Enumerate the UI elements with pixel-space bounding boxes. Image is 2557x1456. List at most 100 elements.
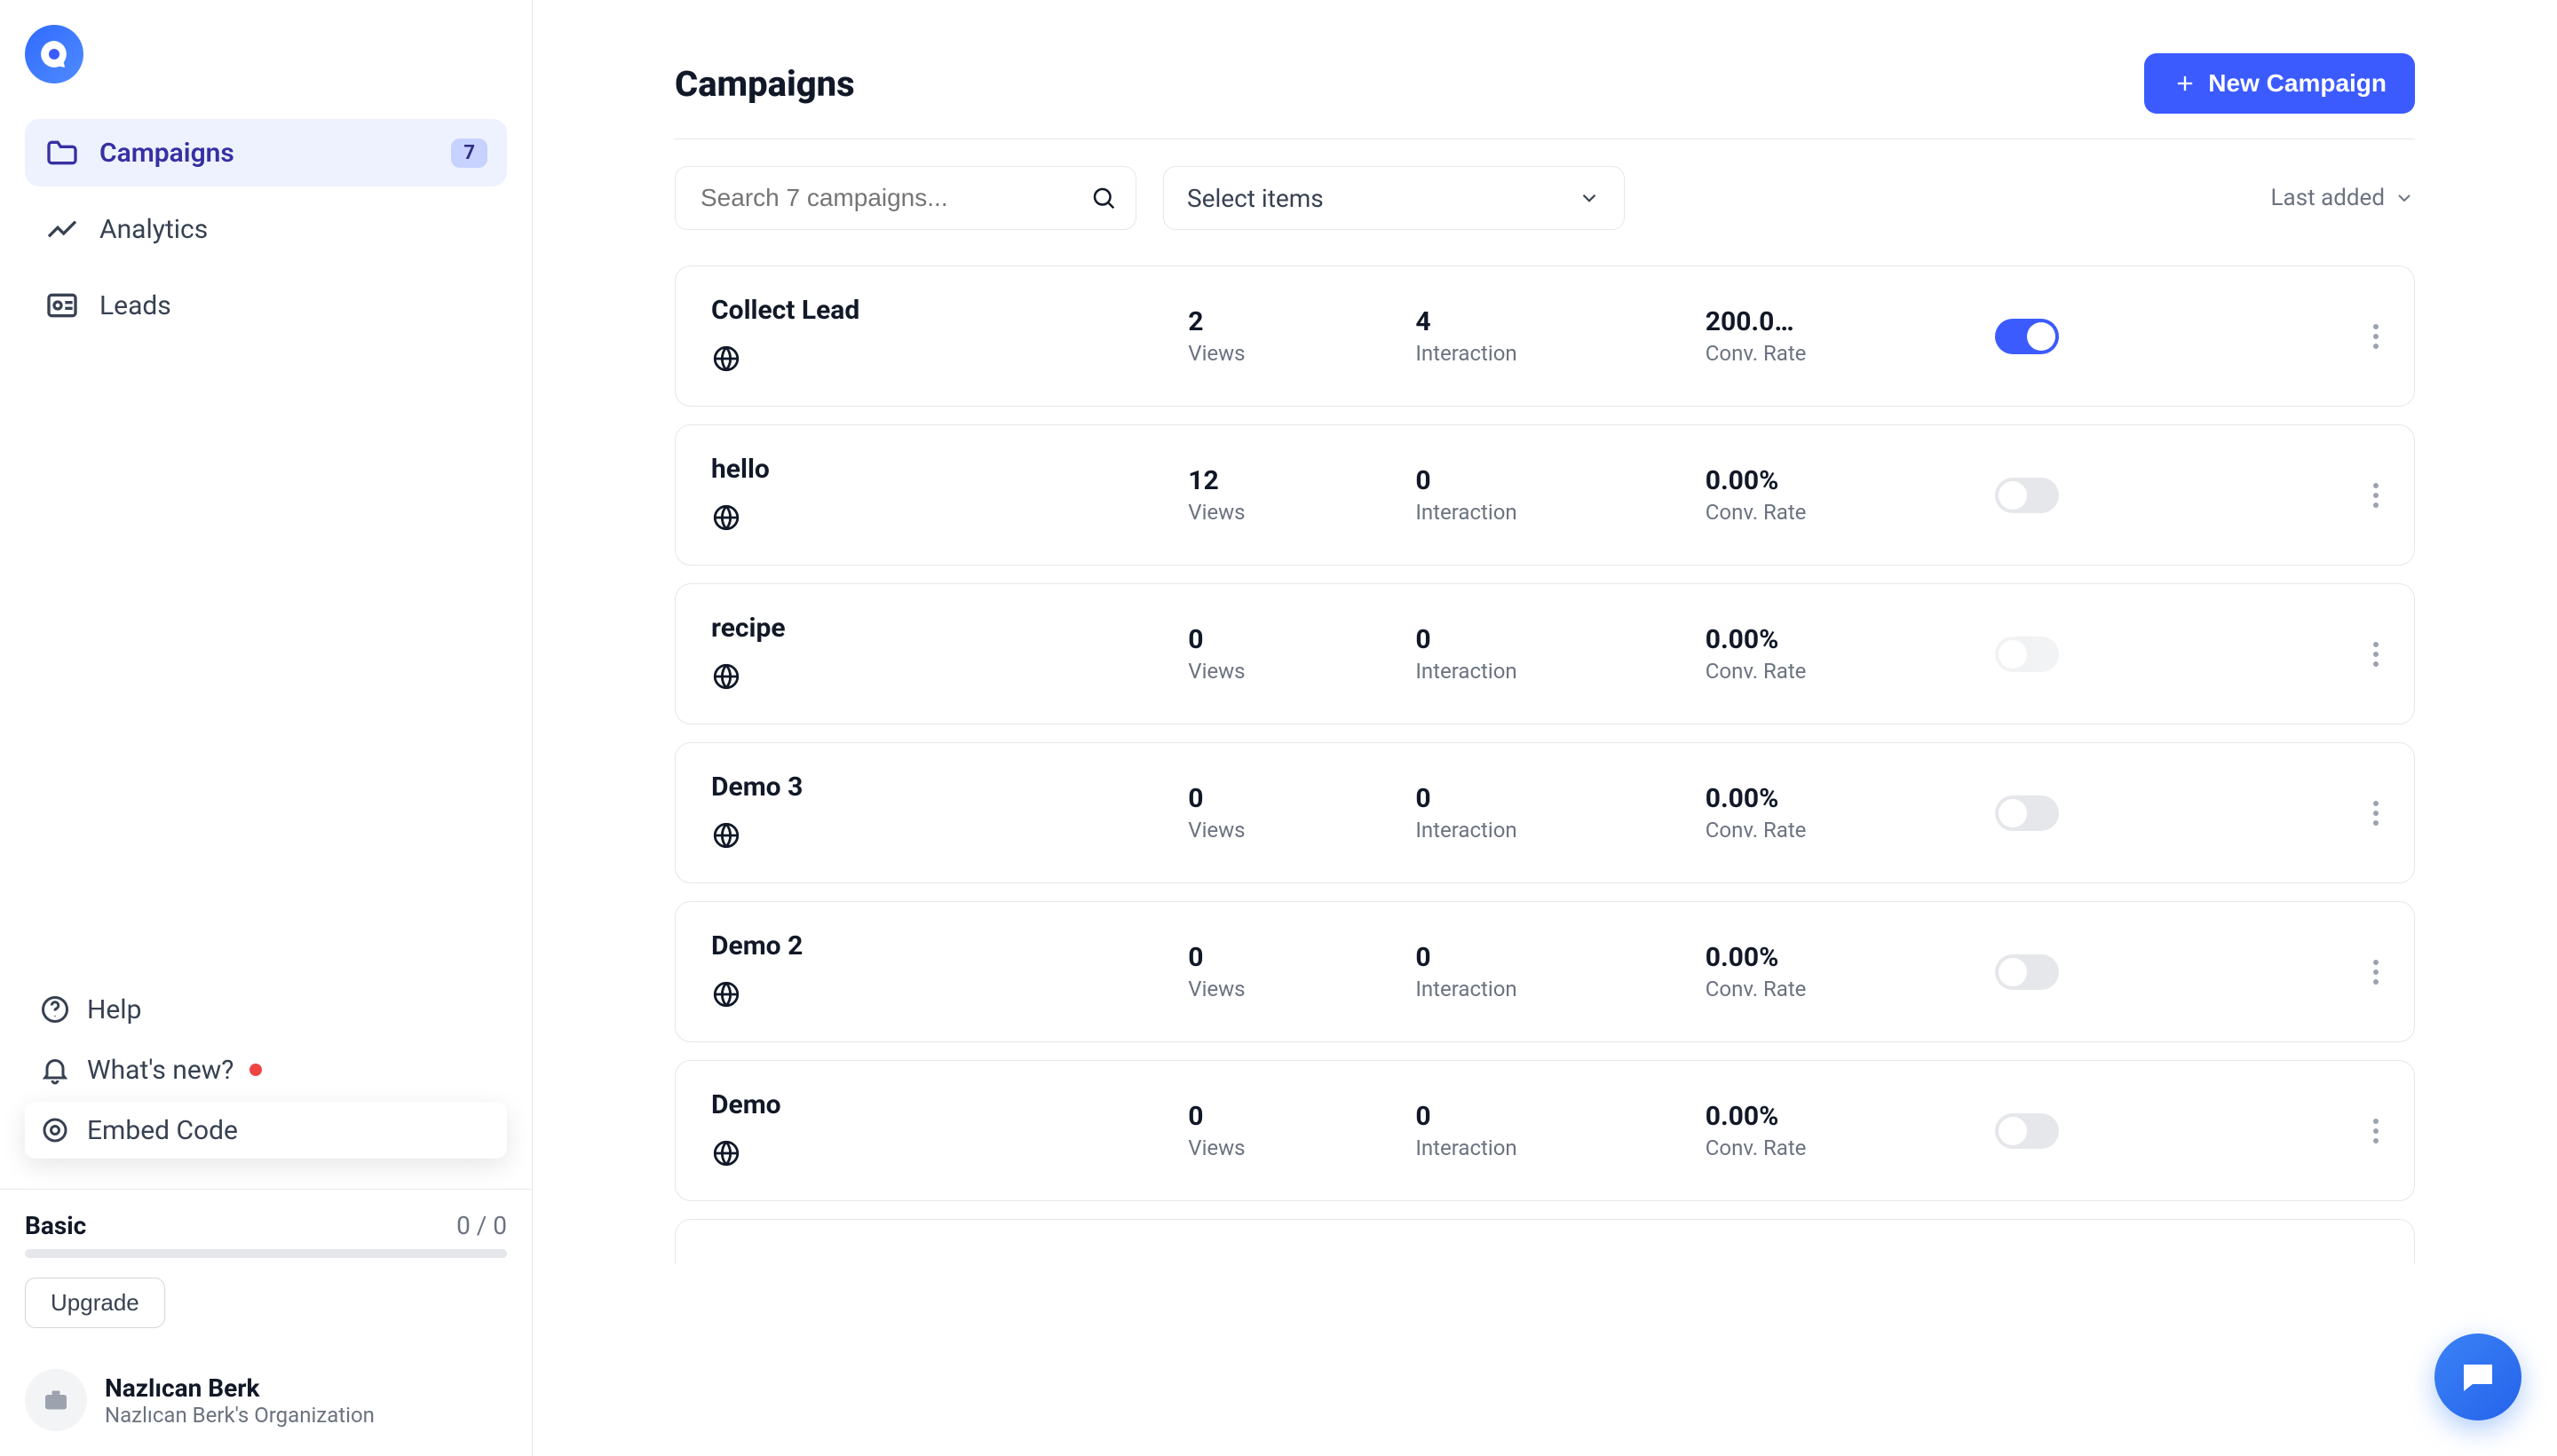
toggle-wrap — [1995, 795, 2276, 831]
upgrade-button[interactable]: Upgrade — [25, 1278, 165, 1328]
views-label: Views — [1188, 500, 1406, 525]
secondary-nav: Help What's new? Embed Code — [25, 981, 507, 1159]
active-toggle[interactable] — [1995, 795, 2059, 831]
row-menu-button[interactable] — [2373, 324, 2379, 349]
conv-value: 200.0… — [1706, 306, 1986, 337]
row-menu-button[interactable] — [2373, 483, 2379, 508]
chat-icon — [2457, 1356, 2499, 1398]
sidebar-item-label: Campaigns — [99, 138, 431, 169]
stat-views: 0 Views — [1188, 624, 1406, 684]
campaign-info: recipe — [711, 613, 1179, 695]
toggle-wrap — [1995, 478, 2276, 513]
campaign-row: hello 12 Views 0 Interaction 0.00% Conv.… — [675, 424, 2415, 566]
views-value: 12 — [1188, 465, 1406, 496]
stat-views: 0 Views — [1188, 783, 1406, 843]
stat-interaction: 0 Interaction — [1415, 783, 1696, 843]
conv-label: Conv. Rate — [1706, 659, 1986, 684]
new-campaign-button[interactable]: New Campaign — [2144, 53, 2415, 114]
stat-interaction: 0 Interaction — [1415, 624, 1696, 684]
stat-interaction: 0 Interaction — [1415, 465, 1696, 525]
row-menu-button[interactable] — [2373, 960, 2379, 985]
row-menu-button[interactable] — [2373, 1119, 2379, 1143]
sidebar-item-leads[interactable]: Leads — [25, 272, 507, 339]
filter-select-label: Select items — [1187, 184, 1324, 213]
stat-views: 0 Views — [1188, 1101, 1406, 1160]
campaign-row: Collect Lead 2 Views 4 Interaction 200.0… — [675, 265, 2415, 407]
campaign-info: Collect Lead — [711, 295, 1179, 377]
sidebar-item-campaigns[interactable]: Campaigns 7 — [25, 119, 507, 186]
sidebar-item-embed-code[interactable]: Embed Code — [25, 1102, 507, 1159]
conv-value: 0.00% — [1706, 1101, 1986, 1132]
campaign-row-partial — [675, 1219, 2415, 1263]
campaign-row: Demo 3 0 Views 0 Interaction 0.00% Conv.… — [675, 742, 2415, 883]
interaction-label: Interaction — [1415, 1136, 1696, 1160]
conv-label: Conv. Rate — [1706, 977, 1986, 1001]
campaign-name: recipe — [711, 613, 1179, 644]
embed-code-label: Embed Code — [87, 1115, 238, 1146]
sidebar-item-analytics[interactable]: Analytics — [25, 195, 507, 263]
help-label: Help — [87, 994, 141, 1025]
stat-interaction: 4 Interaction — [1415, 306, 1696, 366]
interaction-value: 0 — [1415, 942, 1696, 973]
active-toggle[interactable] — [1995, 478, 2059, 513]
stat-conv-rate: 0.00% Conv. Rate — [1706, 624, 1986, 684]
campaign-info: Demo — [711, 1089, 1179, 1172]
campaign-name: Demo 3 — [711, 772, 1179, 803]
campaign-list: Collect Lead 2 Views 4 Interaction 200.0… — [675, 265, 2415, 1263]
sidebar-item-help[interactable]: Help — [25, 981, 507, 1038]
globe-icon — [711, 1138, 741, 1168]
row-menu-button[interactable] — [2373, 801, 2379, 826]
search-icon — [1090, 185, 1117, 211]
campaign-name: hello — [711, 454, 1179, 485]
globe-icon — [711, 820, 741, 851]
views-label: Views — [1188, 977, 1406, 1001]
stat-interaction: 0 Interaction — [1415, 942, 1696, 1001]
stat-conv-rate: 0.00% Conv. Rate — [1706, 465, 1986, 525]
active-toggle[interactable] — [1995, 1113, 2059, 1149]
campaign-name: Demo — [711, 1089, 1179, 1120]
campaign-name: Demo 2 — [711, 930, 1179, 961]
page-header: Campaigns New Campaign — [675, 53, 2415, 139]
row-menu-button[interactable] — [2373, 642, 2379, 667]
conv-value: 0.00% — [1706, 783, 1986, 814]
chevron-down-icon — [1578, 186, 1601, 210]
divider — [0, 1189, 532, 1190]
campaign-row: Demo 2 0 Views 0 Interaction 0.00% Conv.… — [675, 901, 2415, 1042]
whats-new-label: What's new? — [87, 1055, 234, 1086]
globe-icon — [711, 661, 741, 692]
conv-label: Conv. Rate — [1706, 818, 1986, 843]
campaign-row: recipe 0 Views 0 Interaction 0.00% Conv.… — [675, 583, 2415, 724]
interaction-label: Interaction — [1415, 977, 1696, 1001]
bell-icon — [39, 1054, 71, 1086]
interaction-value: 0 — [1415, 465, 1696, 496]
new-campaign-label: New Campaign — [2208, 69, 2387, 98]
active-toggle[interactable] — [1995, 319, 2059, 354]
toggle-wrap — [1995, 954, 2276, 990]
globe-icon — [711, 344, 741, 374]
sort-dropdown[interactable]: Last added — [2271, 185, 2415, 211]
search-wrap — [675, 166, 1136, 230]
folder-icon — [44, 135, 80, 170]
chat-fab[interactable] — [2434, 1333, 2521, 1420]
interaction-label: Interaction — [1415, 659, 1696, 684]
interaction-label: Interaction — [1415, 500, 1696, 525]
search-input[interactable] — [675, 166, 1136, 230]
active-toggle[interactable] — [1995, 954, 2059, 990]
campaigns-count-badge: 7 — [451, 138, 487, 168]
user-profile[interactable]: Nazlıcan Berk Nazlıcan Berk's Organizati… — [25, 1369, 507, 1431]
views-label: Views — [1188, 818, 1406, 843]
analytics-icon — [44, 211, 80, 247]
plan-usage: 0 / 0 — [456, 1211, 507, 1240]
sidebar-item-whats-new[interactable]: What's new? — [25, 1041, 507, 1098]
campaign-info: Demo 3 — [711, 772, 1179, 854]
filter-select[interactable]: Select items — [1163, 166, 1625, 230]
interaction-value: 0 — [1415, 1101, 1696, 1132]
app-logo[interactable] — [25, 25, 83, 83]
interaction-value: 0 — [1415, 624, 1696, 655]
target-icon — [39, 1114, 71, 1146]
views-value: 2 — [1188, 306, 1406, 337]
page-title: Campaigns — [675, 63, 855, 105]
stat-conv-rate: 0.00% Conv. Rate — [1706, 942, 1986, 1001]
conv-value: 0.00% — [1706, 942, 1986, 973]
avatar — [25, 1369, 87, 1431]
